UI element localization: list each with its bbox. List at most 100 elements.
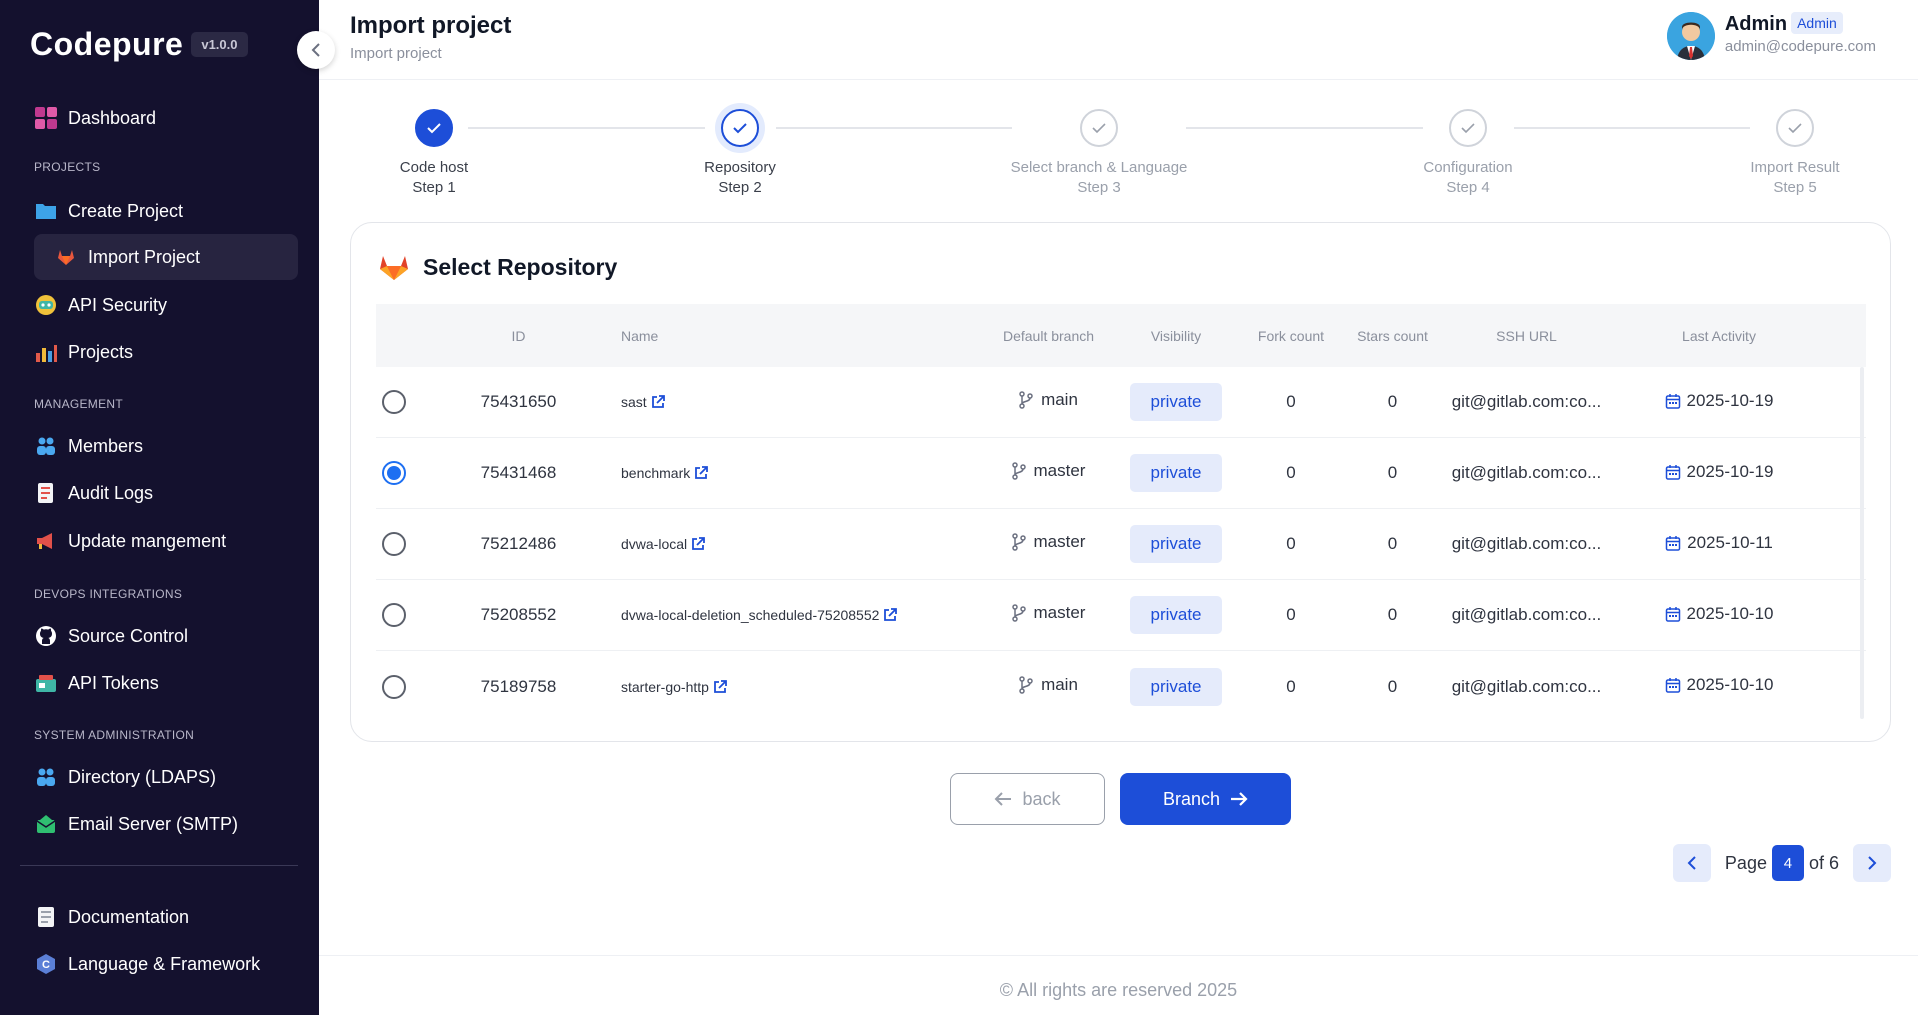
chevron-right-icon <box>1868 856 1877 870</box>
sidebar-item-label: Audit Logs <box>68 482 154 503</box>
ssh-url: git@gitlab.com:co... <box>1451 463 1602 482</box>
gitlab-icon <box>54 245 78 269</box>
sidebar-item-label: Documentation <box>68 906 190 927</box>
git-branch-icon <box>1019 391 1033 409</box>
repo-name-link[interactable]: dvwa-local-deletion_scheduled-75208552 <box>621 607 898 623</box>
last-activity: 2025-10-10 <box>1686 675 1774 694</box>
sidebar-item-import-project[interactable]: Import Project <box>34 234 298 280</box>
calendar-icon <box>1665 464 1680 480</box>
external-link-icon <box>694 466 709 480</box>
collapse-sidebar-button[interactable] <box>297 31 335 69</box>
last-activity: 2025-10-19 <box>1686 390 1774 410</box>
last-activity: 2025-10-11 <box>1687 532 1773 552</box>
branch-next-button[interactable]: Branch <box>1120 773 1291 825</box>
folder-icon <box>34 199 58 223</box>
directory-icon <box>34 765 58 789</box>
default-branch: master <box>1033 532 1086 551</box>
git-branch-icon <box>1019 675 1033 694</box>
step-repository[interactable]: Repository Step 2 <box>640 100 840 198</box>
repo-name-link[interactable]: dvwa-local <box>621 536 706 552</box>
table-row[interactable]: 75431650 sast main private 0 0 git@gitla… <box>376 367 1866 438</box>
sidebar-item-language-framework[interactable]: C Language & Framework <box>34 942 260 986</box>
select-repository-card: Select Repository ID Name Default branch… <box>350 222 1891 742</box>
prev-page-button[interactable] <box>1672 844 1711 882</box>
sidebar-item-label: API Security <box>68 294 168 315</box>
page-label: Page <box>1724 852 1767 873</box>
step-select-branch[interactable]: Select branch & Language Step 3 <box>999 100 1199 198</box>
repo-radio[interactable] <box>382 461 406 485</box>
user-name-text: Admin <box>1724 13 1788 35</box>
gitlab-icon <box>380 256 408 280</box>
ssh-url: git@gitlab.com:co... <box>1451 605 1602 624</box>
repo-radio[interactable] <box>382 532 406 556</box>
fork-count: 0 <box>1286 605 1296 624</box>
sidebar-item-projects[interactable]: Projects <box>34 330 133 374</box>
table-scrollbar[interactable] <box>1860 367 1864 719</box>
sidebar-item-source-control[interactable]: Source Control <box>34 614 188 658</box>
sidebar-item-label: Email Server (SMTP) <box>68 813 239 834</box>
check-icon <box>1080 109 1118 147</box>
column-header-stars-count: Stars count <box>1357 327 1428 344</box>
repo-radio[interactable] <box>382 603 406 627</box>
last-activity: 2025-10-19 <box>1686 461 1774 481</box>
documentation-icon <box>34 905 58 929</box>
svg-text:C: C <box>42 959 50 971</box>
fork-count: 0 <box>1286 534 1296 553</box>
visibility-badge: private <box>1130 454 1222 492</box>
current-page[interactable]: 4 <box>1771 845 1804 881</box>
user-menu[interactable]: Admin Admin admin@codepure.com <box>1666 12 1876 60</box>
column-header-last-activity: Last Activity <box>1682 327 1756 344</box>
external-link-icon <box>691 537 706 551</box>
sidebar-item-create-project[interactable]: Create Project <box>34 189 183 233</box>
sidebar-item-api-security[interactable]: API Security <box>34 283 167 327</box>
audit-log-icon <box>34 481 58 505</box>
version-badge: v1.0.0 <box>191 32 248 57</box>
sidebar-item-members[interactable]: Members <box>34 424 143 468</box>
next-page-button[interactable] <box>1853 844 1891 882</box>
sidebar-item-directory[interactable]: Directory (LDAPS) <box>34 755 216 799</box>
stars-count: 0 <box>1387 392 1398 411</box>
column-header-id: ID <box>511 327 526 344</box>
page-title: Import project <box>350 12 512 39</box>
repo-name-link[interactable]: starter-go-http <box>621 679 727 695</box>
sidebar-item-label: Source Control <box>68 625 189 646</box>
sidebar-item-audit-logs[interactable]: Audit Logs <box>34 471 153 515</box>
sidebar-item-api-tokens[interactable]: API Tokens <box>34 661 159 705</box>
external-link-icon <box>651 395 665 409</box>
step-import-result[interactable]: Import Result Step 5 <box>1695 100 1895 198</box>
logo-text: Codepure <box>30 26 184 62</box>
sidebar-item-update-management[interactable]: Update mangement <box>34 519 226 563</box>
step-number: Step 2 <box>718 179 762 196</box>
check-icon <box>721 109 759 147</box>
avatar <box>1666 12 1715 60</box>
fork-count: 0 <box>1286 676 1296 696</box>
step-code-host[interactable]: Code host Step 1 <box>334 100 534 198</box>
stars-count: 0 <box>1387 605 1398 624</box>
table-row[interactable]: 75212486 dvwa-local master private 0 0 g… <box>376 509 1866 580</box>
logo[interactable]: Codepure v1.0.0 <box>30 26 248 63</box>
repo-radio[interactable] <box>382 674 406 699</box>
default-branch: master <box>1033 603 1086 622</box>
sidebar-item-documentation[interactable]: Documentation <box>34 895 189 939</box>
repository-table: ID Name Default branch Visibility Fork c… <box>376 304 1866 722</box>
step-label: Import Result <box>1750 159 1840 176</box>
repo-name-link[interactable]: sast <box>621 394 665 410</box>
table-row[interactable]: 75431468 benchmark master private 0 0 gi… <box>376 438 1866 509</box>
repo-name: benchmark <box>621 465 691 481</box>
repo-name-link[interactable]: benchmark <box>621 465 709 481</box>
step-configuration[interactable]: Configuration Step 4 <box>1368 100 1568 198</box>
default-branch: main <box>1041 390 1078 409</box>
dashboard-icon <box>34 106 58 130</box>
table-row[interactable]: 75208552 dvwa-local-deletion_scheduled-7… <box>376 580 1866 651</box>
back-button[interactable]: back <box>950 773 1105 825</box>
repo-radio[interactable] <box>382 390 406 414</box>
table-row[interactable]: 75189758 starter-go-http main private 0 … <box>376 651 1866 722</box>
calendar-icon <box>1665 535 1681 551</box>
column-header-default-branch: Default branch <box>1002 327 1095 344</box>
sidebar-item-dashboard[interactable]: Dashboard <box>34 96 156 140</box>
sidebar-item-email-server[interactable]: Email Server (SMTP) <box>34 802 238 846</box>
sidebar-divider <box>20 865 298 866</box>
user-email: admin@codepure.com <box>1724 38 1876 55</box>
footer-divider <box>319 955 1918 956</box>
git-branch-icon <box>1011 604 1026 622</box>
